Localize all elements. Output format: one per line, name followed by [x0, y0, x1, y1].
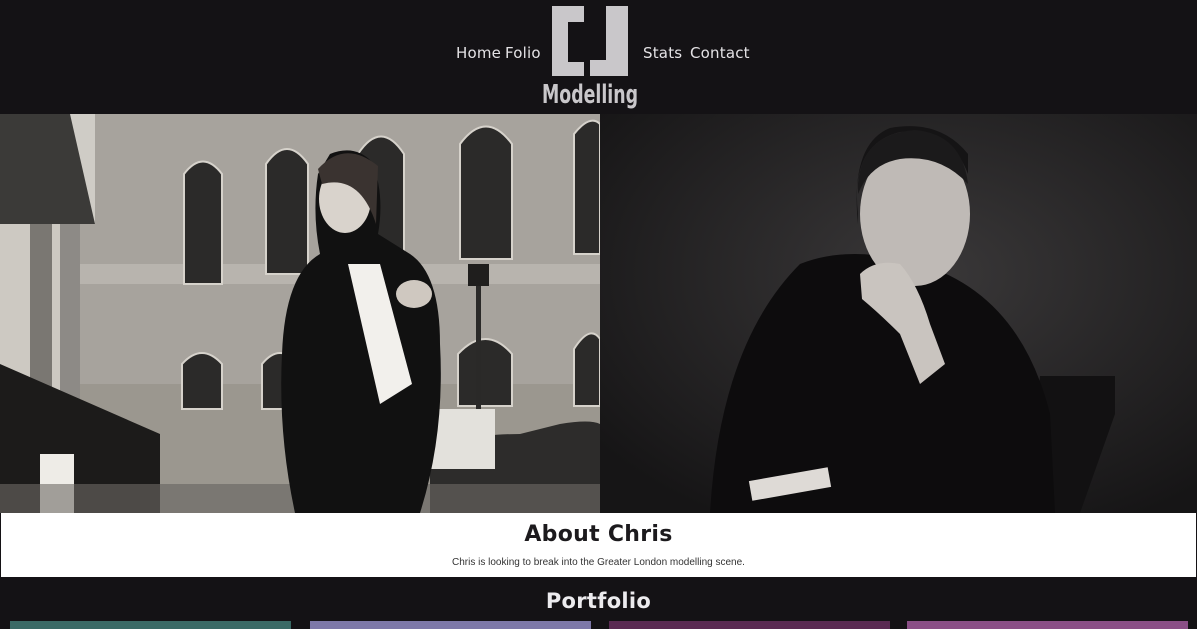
hero-photo-seated [600, 114, 1197, 513]
nav-folio-link[interactable]: Folio [505, 44, 541, 62]
site-header: Home Folio Modelling Stats Contact [0, 0, 1197, 114]
about-description: Chris is looking to break into the Great… [452, 557, 745, 568]
portfolio-thumb-2[interactable] [310, 621, 591, 629]
portfolio-thumb-3[interactable] [609, 621, 890, 629]
portfolio-thumb-4[interactable] [907, 621, 1188, 629]
portfolio-thumb-1[interactable] [10, 621, 291, 629]
nav-contact-link[interactable]: Contact [690, 44, 750, 62]
nav-home-link[interactable]: Home [456, 44, 501, 62]
portfolio-section: Portfolio [0, 577, 1197, 629]
hero-banner [0, 114, 1197, 513]
hero-photo-street [0, 114, 600, 513]
about-title: About Chris [524, 522, 673, 547]
portfolio-title: Portfolio [545, 589, 652, 613]
cj-modelling-logo[interactable]: Modelling [538, 2, 642, 110]
svg-text:Modelling: Modelling [542, 80, 638, 110]
about-section: About Chris Chris is looking to break in… [0, 513, 1197, 577]
nav-stats-link[interactable]: Stats [643, 44, 682, 62]
